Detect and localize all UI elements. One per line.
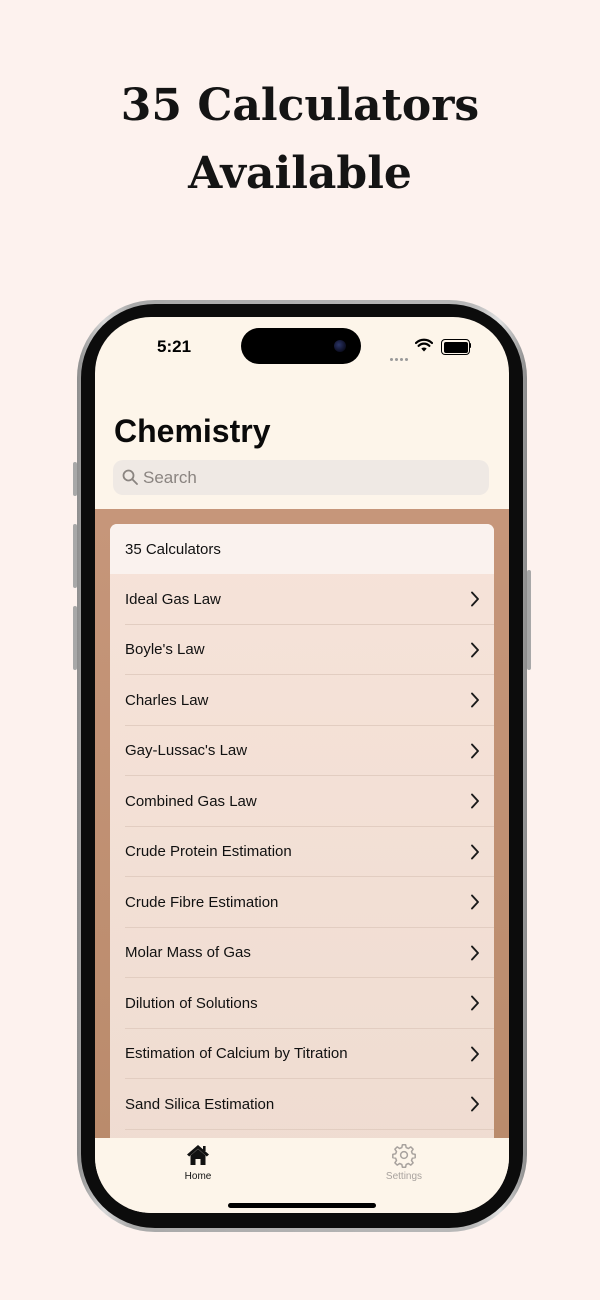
- dynamic-island: [241, 328, 361, 364]
- phone-action-button: [73, 462, 77, 496]
- list-item-label: Boyle's Law: [125, 641, 205, 659]
- list-item-ideal-gas-law[interactable]: Ideal Gas Law: [110, 574, 494, 625]
- list-item-molar-mass-of-gas[interactable]: Molar Mass of Gas: [110, 928, 494, 979]
- list-item-estimation-of-calcium-by-titration[interactable]: Estimation of Calcium by Titration: [110, 1029, 494, 1080]
- chevron-right-icon: [471, 894, 479, 910]
- list-item-combined-gas-law[interactable]: Combined Gas Law: [110, 776, 494, 827]
- chevron-right-icon: [471, 591, 479, 607]
- search-bar[interactable]: [113, 460, 489, 495]
- chevron-right-icon: [471, 692, 479, 708]
- status-time: 5:21: [157, 337, 192, 356]
- signal-dots-icon: [390, 348, 410, 366]
- tab-home-label: Home: [184, 1171, 212, 1182]
- calculator-list: 35 Calculators Ideal Gas Law Boyle's Law…: [110, 524, 494, 1164]
- list-item-charles-law[interactable]: Charles Law: [110, 675, 494, 726]
- list-item-label: Gay-Lussac's Law: [125, 742, 248, 760]
- battery-icon: [441, 339, 471, 355]
- list-item-boyles-law[interactable]: Boyle's Law: [110, 625, 494, 676]
- chevron-right-icon: [471, 1046, 479, 1061]
- tab-settings[interactable]: Settings: [354, 1142, 454, 1182]
- page-title: Chemistry: [114, 413, 271, 449]
- promo-headline-line-2: Available: [188, 148, 412, 199]
- house-icon: [187, 1145, 209, 1165]
- list-item-sand-silica-estimation[interactable]: Sand Silica Estimation: [110, 1079, 494, 1130]
- list-item-label: Estimation of Calcium by Titration: [125, 1045, 348, 1063]
- content-area: 35 Calculators Ideal Gas Law Boyle's Law…: [95, 509, 509, 1164]
- list-item-label: Sand Silica Estimation: [125, 1095, 275, 1113]
- list-item-label: Molar Mass of Gas: [125, 944, 251, 962]
- list-item-crude-protein-estimation[interactable]: Crude Protein Estimation: [110, 827, 494, 878]
- chevron-right-icon: [471, 642, 479, 657]
- home-indicator[interactable]: [228, 1203, 376, 1208]
- wifi-icon: [415, 338, 433, 352]
- tab-bar: Home Settings: [95, 1138, 509, 1213]
- list-item-label: Combined Gas Law: [125, 792, 257, 810]
- chevron-right-icon: [471, 844, 479, 859]
- list-item-label: Crude Protein Estimation: [125, 843, 292, 861]
- phone-power-button: [527, 570, 531, 670]
- tab-home[interactable]: Home: [148, 1142, 248, 1182]
- list-item-label: Dilution of Solutions: [125, 994, 258, 1012]
- chevron-right-icon: [471, 793, 479, 809]
- chevron-right-icon: [471, 743, 479, 758]
- list-item-label: Crude Fibre Estimation: [125, 893, 279, 911]
- promo-headline-line-1: 35 Calculators: [120, 80, 480, 131]
- camera-icon: [334, 340, 346, 352]
- chevron-right-icon: [471, 995, 479, 1011]
- list-item-label: Charles Law: [125, 691, 209, 709]
- search-icon: [122, 469, 138, 485]
- search-input[interactable]: [143, 460, 473, 495]
- list-item-dilution-of-solutions[interactable]: Dilution of Solutions: [110, 978, 494, 1029]
- list-item-gay-lussacs-law[interactable]: Gay-Lussac's Law: [110, 726, 494, 777]
- list-item-crude-fibre-estimation[interactable]: Crude Fibre Estimation: [110, 877, 494, 928]
- chevron-right-icon: [471, 945, 479, 960]
- list-item-label: Ideal Gas Law: [125, 590, 221, 608]
- phone-screen: 5:21 Chemistry 35 Calculators Ideal Gas …: [95, 317, 509, 1213]
- list-section-header: 35 Calculators: [110, 524, 494, 574]
- phone-volume-up-button: [73, 524, 77, 588]
- gear-icon: [392, 1144, 416, 1168]
- tab-settings-label: Settings: [385, 1171, 423, 1182]
- promo-headline: 35 Calculators Available: [0, 72, 600, 208]
- phone-volume-down-button: [73, 606, 77, 670]
- chevron-right-icon: [471, 1096, 479, 1112]
